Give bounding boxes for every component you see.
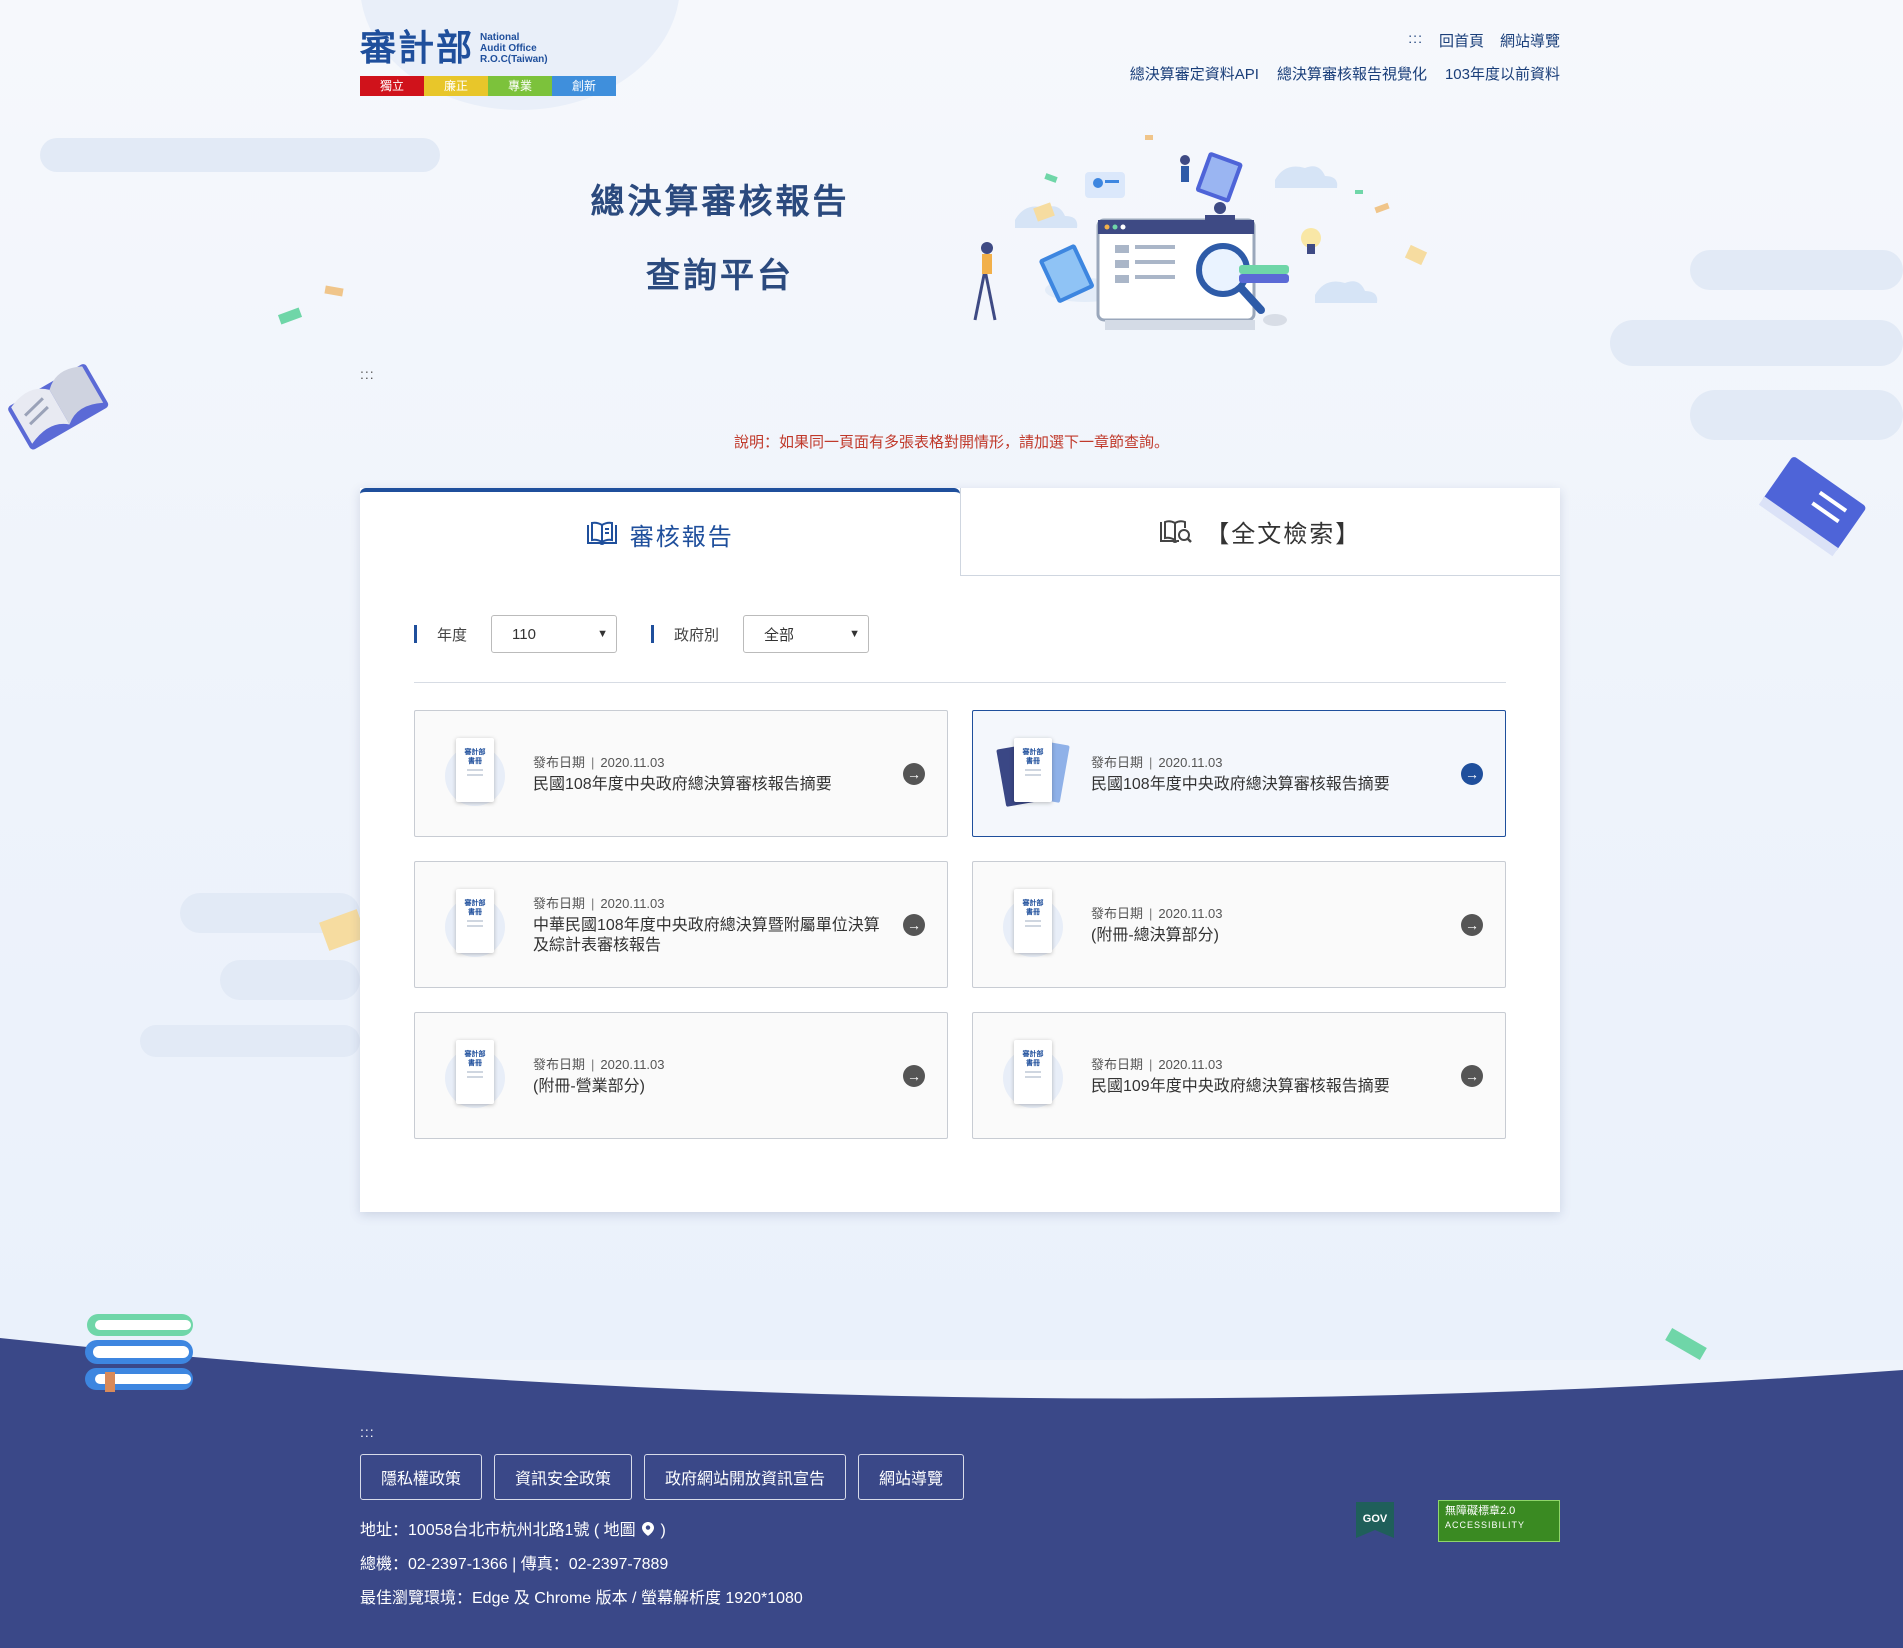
report-title: 民國108年度中央政府總決算審核報告摘要 bbox=[533, 776, 832, 793]
year-filter-label: 年度 bbox=[414, 624, 467, 645]
report-card[interactable]: 審計部 書冊 發布日期 | 2020.11.03 民國109年度中央政府總決算審核報告… bbox=[972, 1012, 1506, 1139]
publish-date: 發布日期 | 2020.11.03 bbox=[1091, 755, 1223, 770]
footer-badges: GOV 無障礙標章2.0 ACCESSIBILITY bbox=[1352, 1498, 1560, 1544]
hero-title-line2: 查詢平台 bbox=[646, 257, 794, 295]
decorative-cloud bbox=[1610, 320, 1903, 366]
accessibility-badge[interactable]: 無障礙標章2.0 ACCESSIBILITY bbox=[1438, 1500, 1560, 1542]
report-title: (附冊-營業部分) bbox=[533, 1078, 645, 1095]
decorative-cloud bbox=[1690, 250, 1903, 290]
top-navigation: ::: 回首頁 網站導覽 總決算審定資料API 總決算審核報告視覺化 103年度… bbox=[1130, 30, 1560, 84]
document-icon: 審計部 書冊 bbox=[445, 885, 505, 965]
logo-english-name: National Audit Office R.O.C(Taiwan) bbox=[480, 31, 548, 65]
publish-date: 發布日期 | 2020.11.03 bbox=[533, 1057, 665, 1072]
chevron-down-icon: ▼ bbox=[597, 628, 609, 640]
arrow-right-icon[interactable]: → bbox=[1461, 913, 1483, 936]
document-icon: 審計部 書冊 bbox=[1003, 1036, 1063, 1116]
open-data-declaration-button[interactable]: 政府網站開放資訊宣告 bbox=[644, 1454, 847, 1500]
open-book-icon bbox=[586, 521, 617, 545]
decorative-cloud bbox=[220, 960, 360, 1000]
government-select[interactable]: 全部 ▼ bbox=[743, 615, 870, 653]
svg-text:GOV: GOV bbox=[1363, 1513, 1388, 1525]
publish-date: 發布日期 | 2020.11.03 bbox=[1091, 906, 1223, 921]
report-panel: 審核報告 【全文檢索】 年度 110 ▼ 政府別 全部 ▼ 審計部 書冊 發布日… bbox=[360, 488, 1560, 1212]
report-card[interactable]: 審計部 書冊 發布日期 | 2020.11.03 (附冊-總決算部分) → bbox=[972, 861, 1506, 988]
report-card[interactable]: 審計部 書冊 發布日期 | 2020.11.03 中華民國108年度中央政府總決算暨附… bbox=[414, 861, 948, 988]
arrow-right-icon[interactable]: → bbox=[1461, 1064, 1483, 1087]
instruction-note: 說明：如果同一頁面有多張表格對開情形，請加選下一章節查詢。 bbox=[733, 434, 1169, 451]
tab-audit-report[interactable]: 審核報告 bbox=[360, 488, 960, 576]
report-title: 民國108年度中央政府總決算審核報告摘要 bbox=[1091, 776, 1390, 793]
publish-date: 發布日期 | 2020.11.03 bbox=[533, 896, 665, 911]
document-stack-icon: 審計部 書冊 bbox=[996, 734, 1070, 814]
publish-date: 發布日期 | 2020.11.03 bbox=[533, 755, 665, 770]
header-accesskey[interactable]: ::: bbox=[1408, 30, 1423, 51]
main-accesskey[interactable]: ::: bbox=[360, 366, 375, 382]
slogan-professionalism: 專業 bbox=[488, 76, 552, 96]
document-icon: 審計部 書冊 bbox=[445, 1036, 505, 1116]
label-accent-bar bbox=[651, 625, 655, 643]
report-card[interactable]: 審計部 書冊 發布日期 | 2020.11.03 民國108年度中央政府總決算審核報告… bbox=[414, 710, 948, 837]
footer-accesskey[interactable]: ::: bbox=[360, 1424, 1560, 1440]
gov-badge-icon[interactable]: GOV bbox=[1352, 1498, 1398, 1544]
logo-slogan-bar: 獨立 廉正 專業 創新 bbox=[360, 76, 616, 96]
book-search-icon bbox=[1160, 519, 1193, 543]
home-link[interactable]: 回首頁 bbox=[1439, 30, 1484, 51]
filter-divider bbox=[414, 682, 1506, 683]
label-accent-bar bbox=[414, 625, 417, 643]
slogan-independence: 獨立 bbox=[360, 76, 424, 96]
report-card[interactable]: 審計部 書冊 發布日期 | 2020.11.03 (附冊-營業部分) → bbox=[414, 1012, 948, 1139]
hero-illustration bbox=[973, 135, 1428, 330]
tab-full-text-search[interactable]: 【全文檢索】 bbox=[959, 488, 1560, 576]
privacy-policy-button[interactable]: 隱私權政策 bbox=[360, 1454, 483, 1500]
footer-sitemap-button[interactable]: 網站導覽 bbox=[858, 1454, 965, 1500]
report-title: 民國109年度中央政府總決算審核報告摘要 bbox=[1091, 1078, 1390, 1095]
year-select[interactable]: 110 ▼ bbox=[491, 615, 618, 653]
slogan-innovation: 創新 bbox=[552, 76, 616, 96]
stacked-books-icon bbox=[85, 1314, 193, 1392]
report-title: 中華民國108年度中央政府總決算暨附屬單位決算及綜計表審核報告 bbox=[533, 917, 880, 954]
publish-date: 發布日期 | 2020.11.03 bbox=[1091, 1057, 1223, 1072]
footer-browser-info: 最佳瀏覽環境：Edge 及 Chrome 版本 / 螢幕解析度 1920*108… bbox=[360, 1590, 803, 1607]
slogan-integrity: 廉正 bbox=[424, 76, 488, 96]
site-logo[interactable]: 審計部 National Audit Office R.O.C(Taiwan) … bbox=[360, 26, 616, 100]
hero-title: 總決算審核報告 查詢平台 bbox=[560, 165, 880, 313]
logo-chinese-name: 審計部 bbox=[360, 27, 475, 69]
tab-bar: 審核報告 【全文檢索】 bbox=[360, 488, 1560, 576]
arrow-right-icon[interactable]: → bbox=[903, 913, 925, 936]
site-footer: ::: 隱私權政策 資訊安全政策 政府網站開放資訊宣告 網站導覽 地址：1005… bbox=[360, 1424, 1560, 1616]
security-policy-button[interactable]: 資訊安全政策 bbox=[494, 1454, 633, 1500]
floating-paper-icon bbox=[1665, 1327, 1707, 1361]
document-icon: 審計部 書冊 bbox=[1003, 885, 1063, 965]
government-filter-label: 政府別 bbox=[651, 624, 719, 645]
footer-links: 隱私權政策 資訊安全政策 政府網站開放資訊宣告 網站導覽 bbox=[360, 1454, 1560, 1500]
footer-phone: 總機：02-2397-1366 | 傳真：02-2397-7889 bbox=[360, 1556, 669, 1573]
chevron-down-icon: ▼ bbox=[849, 628, 861, 640]
floating-book-icon bbox=[1758, 457, 1866, 557]
pre-103-data-link[interactable]: 103年度以前資料 bbox=[1445, 63, 1560, 84]
sitemap-link[interactable]: 網站導覽 bbox=[1500, 30, 1560, 51]
filter-bar: 年度 110 ▼ 政府別 全部 ▼ bbox=[414, 614, 1560, 654]
document-icon: 審計部 書冊 bbox=[445, 734, 505, 814]
map-pin-icon[interactable] bbox=[642, 1522, 655, 1536]
decorative-cloud bbox=[140, 1025, 360, 1057]
tab-audit-report-label: 審核報告 bbox=[629, 523, 734, 551]
tab-full-text-search-label: 【全文檢索】 bbox=[1205, 521, 1362, 548]
arrow-right-icon[interactable]: → bbox=[1461, 762, 1483, 785]
report-list: 審計部 書冊 發布日期 | 2020.11.03 民國108年度中央政府總決算審核報告… bbox=[414, 710, 1506, 1139]
floating-paper-icon bbox=[277, 285, 344, 325]
arrow-right-icon[interactable]: → bbox=[903, 1064, 925, 1087]
report-card[interactable]: 審計部 書冊 發布日期 | 2020.11.03 民國108年度中央政府總決算審核報告… bbox=[972, 710, 1506, 837]
report-title: (附冊-總決算部分) bbox=[1091, 927, 1219, 944]
hero-title-line1: 總決算審核報告 bbox=[590, 183, 850, 221]
api-link[interactable]: 總決算審定資料API bbox=[1130, 63, 1259, 84]
decorative-cloud bbox=[40, 138, 440, 172]
arrow-right-icon[interactable]: → bbox=[903, 762, 925, 785]
visualization-link[interactable]: 總決算審核報告視覺化 bbox=[1277, 63, 1427, 84]
